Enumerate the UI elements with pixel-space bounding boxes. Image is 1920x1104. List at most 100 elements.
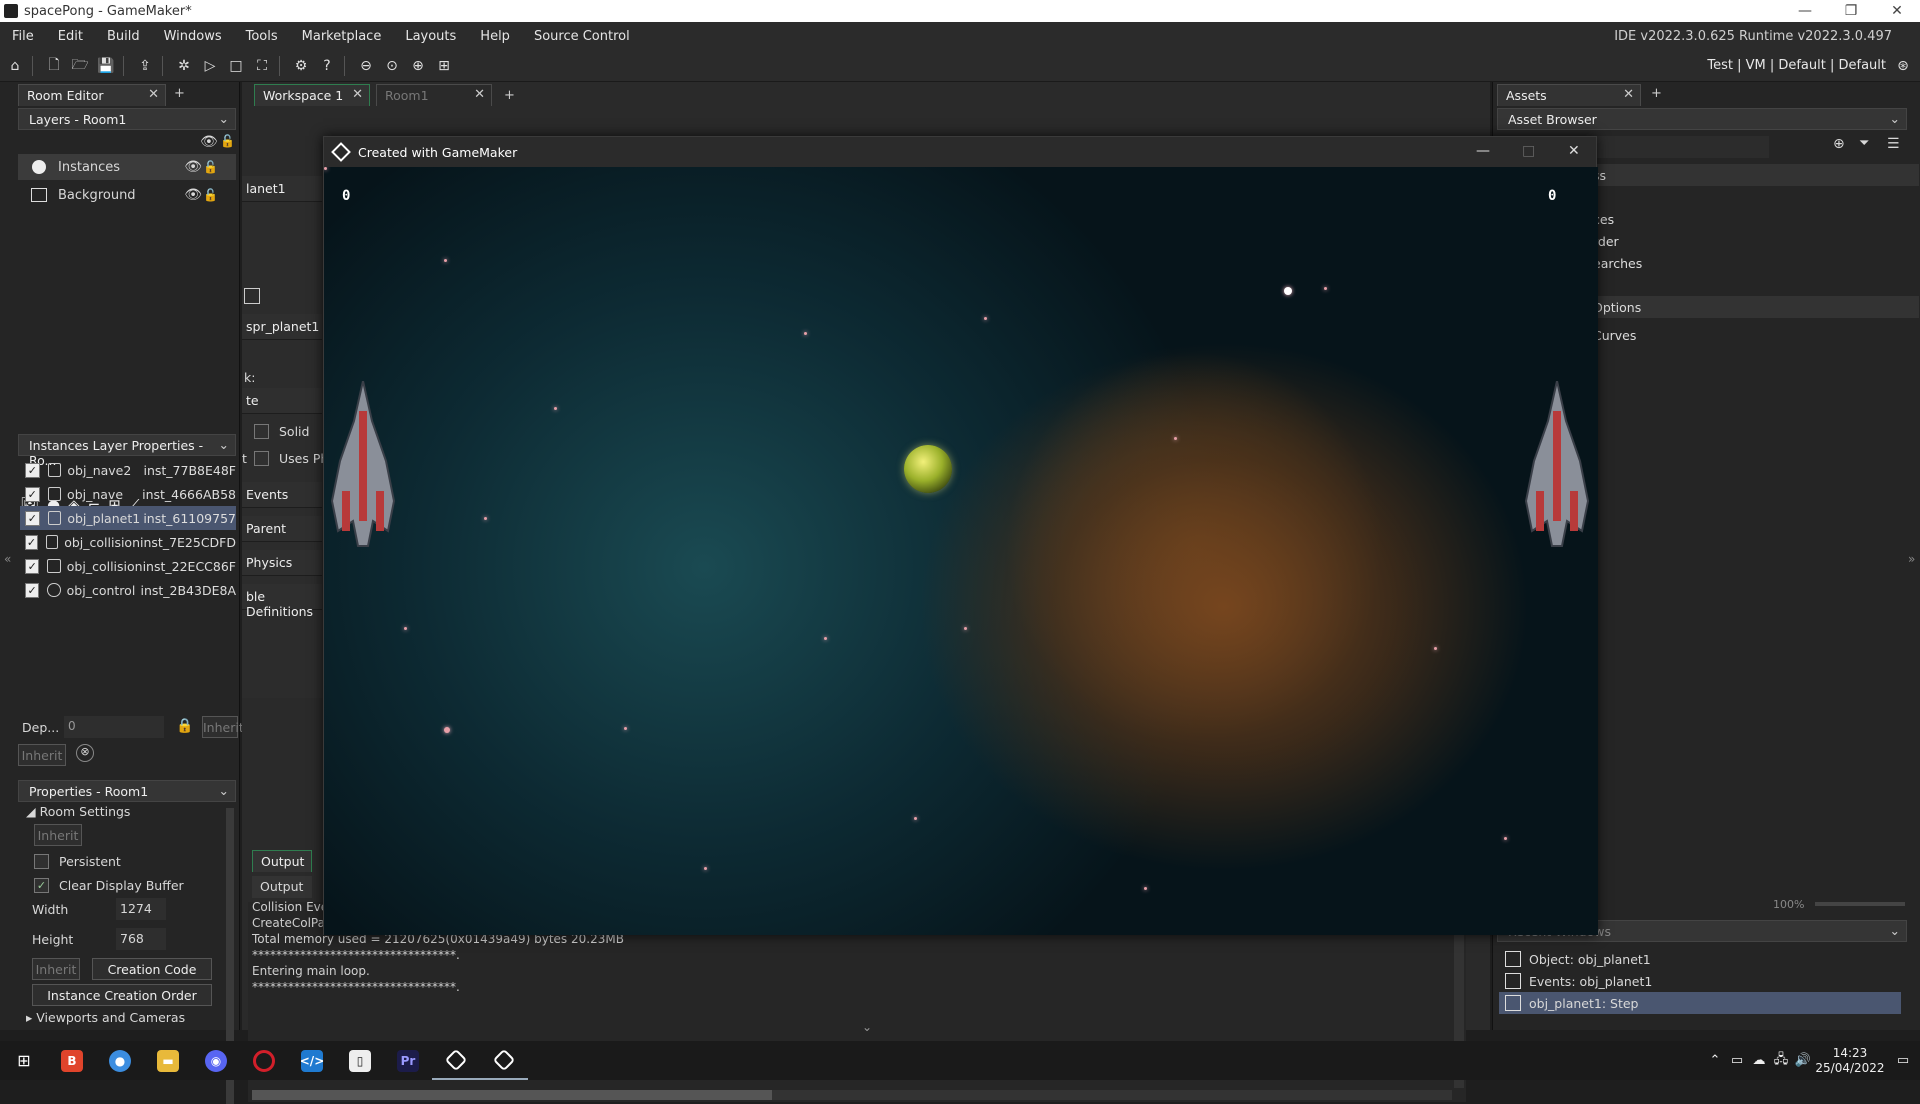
device-icon[interactable]: ▭ <box>1726 1053 1748 1068</box>
menu-layouts[interactable]: Layouts <box>393 29 468 44</box>
mask-field[interactable]: te <box>242 388 322 414</box>
creation-code-button[interactable]: Creation Code <box>92 958 212 980</box>
cloud-icon[interactable]: ☁ <box>1748 1053 1770 1068</box>
twitch-icon[interactable]: ▯ <box>336 1041 384 1080</box>
asset-item[interactable]: Options <box>1593 300 1641 315</box>
solid-checkbox[interactable] <box>254 424 269 439</box>
asset-item[interactable]: Curves <box>1593 328 1636 343</box>
save-project-icon[interactable]: 💾 <box>95 55 117 77</box>
maximize-icon[interactable]: □ <box>1522 143 1535 159</box>
instance-row[interactable]: ✓ obj_collision inst_22ECC86F <box>20 554 236 578</box>
asset-search-input[interactable] <box>1593 136 1769 158</box>
visibility-checkbox[interactable]: ✓ <box>25 582 40 598</box>
tab-room-editor[interactable]: Room Editor ✕ <box>18 84 166 106</box>
events-button[interactable]: Events <box>242 482 322 508</box>
inherit-layer-button[interactable]: Inherit <box>18 744 66 766</box>
open-project-icon[interactable]: 🗁 <box>69 55 91 77</box>
clear-display-buffer-option[interactable]: ✓ Clear Display Buffer <box>34 878 184 893</box>
volume-icon[interactable]: 🔊 <box>1792 1053 1814 1068</box>
clock[interactable]: 14:23 25/04/2022 <box>1814 1046 1886 1076</box>
tab-workspace-1[interactable]: Workspace 1 ✕ <box>254 84 370 106</box>
close-icon[interactable]: ✕ <box>1623 87 1634 102</box>
notification-icon[interactable]: ▭ <box>1886 1053 1920 1068</box>
discord-icon[interactable]: ◉ <box>192 1041 240 1080</box>
create-executable-icon[interactable]: ⇪ <box>134 55 156 77</box>
brave-browser-icon[interactable]: B <box>48 1041 96 1080</box>
visibility-checkbox[interactable]: ✓ <box>25 486 40 502</box>
layer-row-instances[interactable]: Instances 👁 🔓 <box>18 154 236 180</box>
depth-input[interactable]: 0 <box>64 716 164 738</box>
menu-file[interactable]: File <box>0 29 46 44</box>
instance-row[interactable]: ✓ obj_nave2 inst_77B8E48F <box>20 458 236 482</box>
chrome-icon[interactable]: ● <box>96 1041 144 1080</box>
menu-tools[interactable]: Tools <box>234 29 290 44</box>
eye-icon[interactable]: 👁 <box>184 159 202 175</box>
windows-start-icon[interactable]: ⊞ <box>0 1041 48 1080</box>
menu-source-control[interactable]: Source Control <box>522 29 642 44</box>
vscode-icon[interactable]: </> <box>288 1041 336 1080</box>
physics-button[interactable]: Physics <box>242 550 322 576</box>
sprite-field[interactable]: spr_planet1 <box>242 314 322 340</box>
visibility-checkbox[interactable]: ✓ <box>25 558 40 574</box>
inherit-room-button[interactable]: Inherit <box>34 824 82 846</box>
uses-physics-option[interactable]: Uses Ph <box>254 451 328 466</box>
premiere-pro-icon[interactable]: Pr <box>384 1041 432 1080</box>
inherit-code-button[interactable]: Inherit <box>32 958 80 980</box>
persistent-checkbox[interactable] <box>34 854 49 869</box>
clear-display-buffer-checkbox[interactable]: ✓ <box>34 878 49 893</box>
instance-row[interactable]: ✓ obj_planet1 inst_61109757 <box>20 506 236 530</box>
asset-item[interactable]: earches <box>1593 256 1642 271</box>
gamemaker-icon[interactable] <box>432 1041 480 1080</box>
add-tab-button[interactable]: + <box>1651 86 1662 101</box>
clear-icon[interactable]: ⊗ <box>76 744 94 762</box>
output-subtab[interactable]: Output <box>252 876 312 898</box>
zoom-in-icon[interactable]: ⊕ <box>407 55 429 77</box>
gamemaker-runner-icon[interactable] <box>480 1041 528 1080</box>
persistent-option[interactable]: Persistent <box>34 854 121 869</box>
instance-row[interactable]: ✓ obj_control inst_2B43DE8A <box>20 578 236 602</box>
menu-help[interactable]: Help <box>468 29 522 44</box>
tab-room1[interactable]: Room1 ✕ <box>376 84 492 106</box>
variable-definitions-button[interactable]: ble Definitions <box>242 584 322 619</box>
visibility-checkbox[interactable]: ✓ <box>25 462 40 478</box>
lock-icon[interactable]: 🔓 <box>203 188 218 202</box>
close-window-button[interactable]: ✕ <box>1874 3 1920 19</box>
network-icon[interactable]: 🖧 <box>1770 1050 1792 1072</box>
game-canvas[interactable]: 0 0 <box>324 167 1598 935</box>
eye-icon[interactable]: 👁 <box>200 134 218 150</box>
home-icon[interactable]: ⌂ <box>4 55 26 77</box>
maximize-button[interactable]: ❐ <box>1828 3 1874 19</box>
collapse-right-icon[interactable]: » <box>1908 552 1915 566</box>
recent-window-item[interactable]: obj_planet1: Step <box>1499 992 1901 1014</box>
scrollbar-thumb[interactable] <box>252 1090 772 1100</box>
layers-dropdown[interactable]: Layers - Room1 ⌄ <box>18 108 236 130</box>
visibility-checkbox[interactable]: ✓ <box>25 534 39 550</box>
instance-row[interactable]: ✓ obj_nave inst_4666AB58 <box>20 482 236 506</box>
output-horizontal-scrollbar[interactable] <box>252 1090 1452 1100</box>
instances-layer-properties-dropdown[interactable]: Instances Layer Properties - Ro... ⌄ <box>18 434 236 468</box>
close-icon[interactable]: ✕ <box>352 87 363 102</box>
opera-icon[interactable] <box>240 1041 288 1080</box>
close-icon[interactable]: ✕ <box>148 87 159 102</box>
layer-row-background[interactable]: Background 👁 🔓 <box>18 182 236 208</box>
chevron-up-icon[interactable]: ⌃ <box>1704 1053 1726 1068</box>
game-options-icon[interactable]: ⚙ <box>290 55 312 77</box>
width-input[interactable]: 1274 <box>116 898 166 920</box>
grid-icon[interactable]: ⊞ <box>433 55 455 77</box>
close-icon[interactable]: ✕ <box>474 87 485 102</box>
filter-icon[interactable]: ⏷ <box>1859 136 1869 151</box>
recent-window-item[interactable]: Events: obj_planet1 <box>1499 970 1901 992</box>
tab-assets[interactable]: Assets ✕ <box>1497 84 1641 106</box>
run-icon[interactable]: ▷ <box>199 55 221 77</box>
instance-creation-order-button[interactable]: Instance Creation Order <box>32 984 212 1006</box>
clean-icon[interactable]: ⛶ <box>251 55 273 77</box>
lock-icon[interactable]: 🔒 <box>176 718 193 734</box>
tab-output[interactable]: Output <box>252 850 312 872</box>
target-settings-icon[interactable]: ⊛ <box>1892 55 1914 77</box>
add-asset-icon[interactable]: ⊕ <box>1833 136 1845 152</box>
zoom-reset-icon[interactable]: ⊙ <box>381 55 403 77</box>
properties-room-dropdown[interactable]: Properties - Room1 ⌄ <box>18 780 236 802</box>
uses-physics-checkbox[interactable] <box>254 451 269 466</box>
inherit-depth-button[interactable]: Inherit <box>202 716 244 738</box>
minimize-icon[interactable]: — <box>1476 143 1490 159</box>
